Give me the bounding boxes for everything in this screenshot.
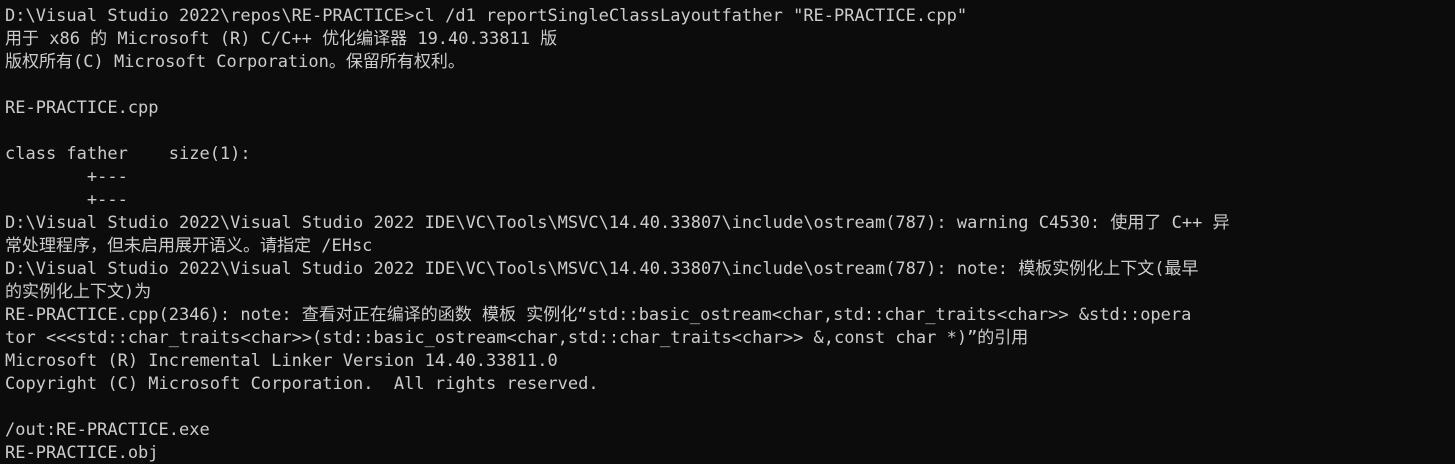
warning-line-continued: 常处理程序，但未启用展开语义。请指定 /EHsc <box>5 236 373 256</box>
class-layout-border: +--- <box>5 190 128 210</box>
class-layout-header: class father size(1): <box>5 144 251 164</box>
object-file-line: RE-PRACTICE.obj <box>5 443 159 463</box>
copyright-line: 版权所有(C) Microsoft Corporation。保留所有权利。 <box>5 52 465 72</box>
note-line: RE-PRACTICE.cpp(2346): note: 查看对正在编译的函数 … <box>5 305 1192 325</box>
warning-line: D:\Visual Studio 2022\Visual Studio 2022… <box>5 213 1230 233</box>
class-layout-border: +--- <box>5 167 128 187</box>
compiler-banner-line: 用于 x86 的 Microsoft (R) C/C++ 优化编译器 19.40… <box>5 29 558 49</box>
output-file-line: /out:RE-PRACTICE.exe <box>5 420 210 440</box>
source-file-line: RE-PRACTICE.cpp <box>5 98 159 118</box>
linker-banner-line: Microsoft (R) Incremental Linker Version… <box>5 351 558 371</box>
linker-copyright-line: Copyright (C) Microsoft Corporation. All… <box>5 374 599 394</box>
note-line: D:\Visual Studio 2022\Visual Studio 2022… <box>5 259 1199 279</box>
terminal-window[interactable]: D:\Visual Studio 2022\repos\RE-PRACTICE>… <box>0 0 1455 464</box>
note-line-continued: tor <<<std::char_traits<char>>(std::basi… <box>5 328 1029 348</box>
note-line-continued: 的实例化上下文)为 <box>5 282 152 302</box>
command-prompt-line: D:\Visual Studio 2022\repos\RE-PRACTICE>… <box>5 6 968 26</box>
